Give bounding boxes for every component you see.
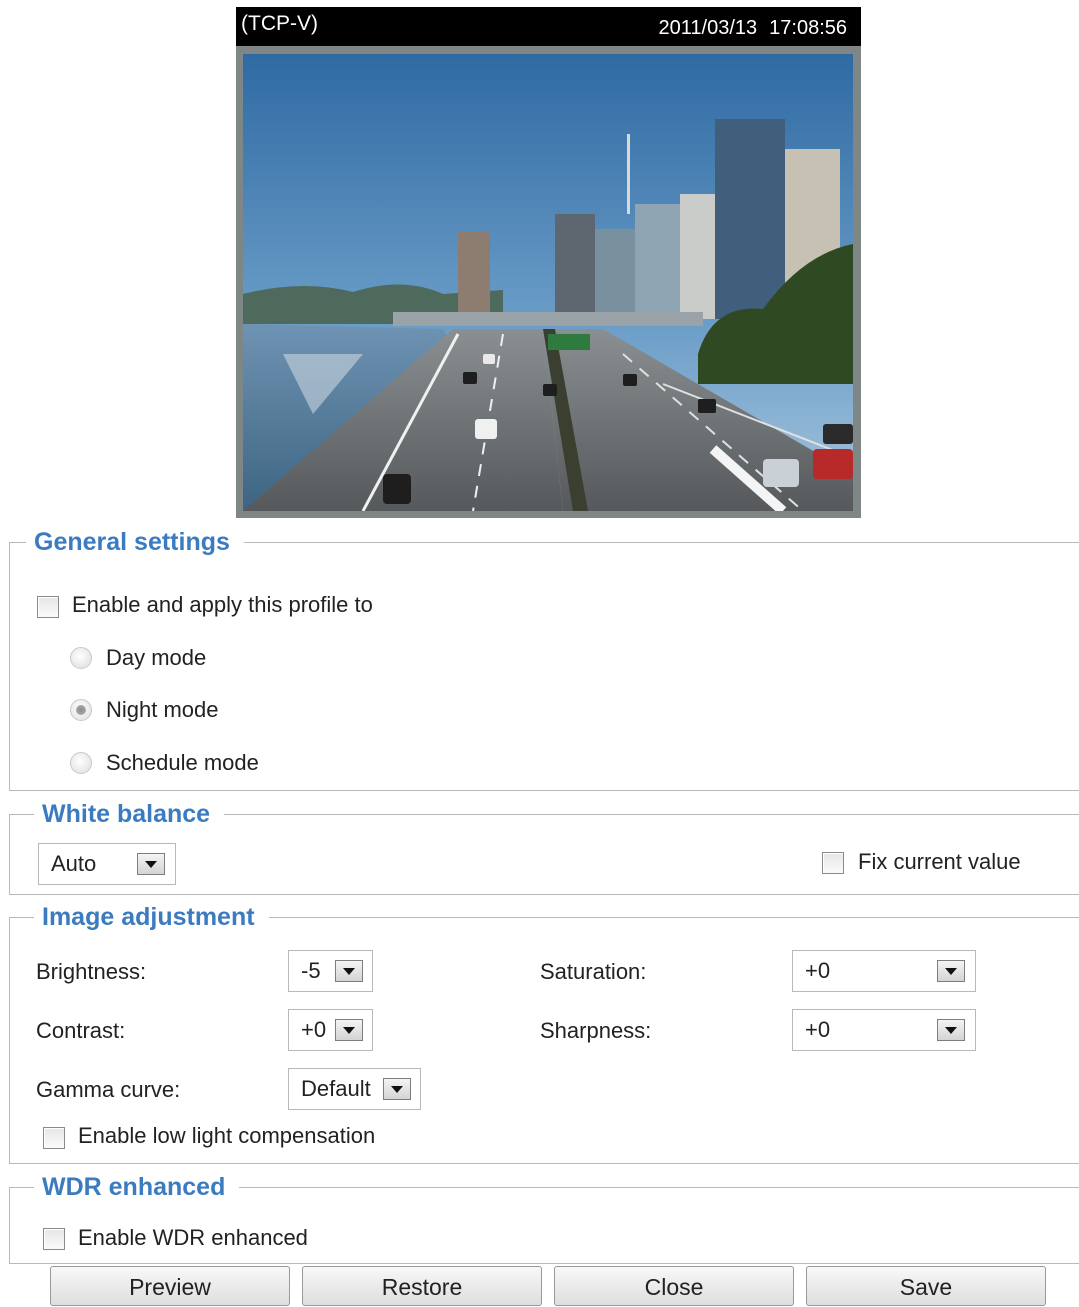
low-light-compensation-label: Enable low light compensation	[78, 1123, 376, 1148]
schedule-mode-radio[interactable]	[70, 752, 92, 774]
gamma-curve-select[interactable]: Default	[288, 1068, 421, 1110]
enable-profile-label: Enable and apply this profile to	[72, 592, 373, 617]
enable-wdr-label: Enable WDR enhanced	[78, 1225, 308, 1250]
white-balance-section: White balance Auto Fix current value	[9, 799, 1079, 895]
preview-button[interactable]: Preview	[50, 1266, 290, 1306]
viewer-title-bar: (TCP-V) 2011/03/13 17:08:56	[236, 7, 861, 46]
image-adjustment-section: Image adjustment Brightness: -5 Saturati…	[9, 902, 1079, 1164]
brightness-select[interactable]: -5	[288, 950, 373, 992]
wdr-enhanced-legend: WDR enhanced	[34, 1172, 240, 1202]
brightness-label: Brightness:	[36, 959, 147, 984]
fix-current-value-label: Fix current value	[858, 849, 1021, 874]
sharpness-label: Sharpness:	[540, 1018, 652, 1043]
gamma-curve-label: Gamma curve:	[36, 1077, 181, 1102]
enable-profile-checkbox[interactable]	[37, 596, 59, 618]
wdr-enhanced-section: WDR enhanced Enable WDR enhanced	[9, 1172, 1079, 1264]
chevron-down-icon	[335, 1019, 363, 1041]
enable-wdr-checkbox[interactable]	[43, 1228, 65, 1250]
chevron-down-icon	[937, 1019, 965, 1041]
general-settings-section: General settings Enable and apply this p…	[9, 527, 1079, 791]
stream-mode-label: (TCP-V)	[241, 12, 318, 35]
night-mode-label: Night mode	[106, 697, 219, 722]
live-video-image	[243, 54, 853, 511]
general-settings-legend: General settings	[26, 527, 244, 557]
white-balance-legend: White balance	[34, 799, 225, 829]
close-button[interactable]: Close	[554, 1266, 794, 1306]
save-button[interactable]: Save	[806, 1266, 1046, 1306]
chevron-down-icon	[383, 1078, 411, 1100]
video-viewer: (TCP-V) 2011/03/13 17:08:56	[236, 7, 861, 518]
restore-button[interactable]: Restore	[302, 1266, 542, 1306]
brightness-value: -5	[301, 958, 321, 983]
night-mode-radio[interactable]	[70, 699, 92, 721]
white-balance-value: Auto	[51, 851, 97, 876]
timestamp-date: 2011/03/13	[658, 17, 758, 39]
saturation-select[interactable]: +0	[792, 950, 976, 992]
contrast-value: +0	[301, 1017, 327, 1042]
day-mode-radio[interactable]	[70, 647, 92, 669]
contrast-label: Contrast:	[36, 1018, 126, 1043]
image-adjustment-legend: Image adjustment	[34, 902, 269, 932]
saturation-value: +0	[805, 958, 831, 983]
low-light-compensation-checkbox[interactable]	[43, 1127, 65, 1149]
fix-current-value-checkbox[interactable]	[822, 852, 844, 874]
sharpness-select[interactable]: +0	[792, 1009, 976, 1051]
white-balance-select[interactable]: Auto	[38, 843, 176, 885]
saturation-label: Saturation:	[540, 959, 647, 984]
timestamp: 2011/03/13 17:08:56	[659, 17, 847, 40]
day-mode-label: Day mode	[106, 645, 207, 670]
schedule-mode-label: Schedule mode	[106, 750, 259, 775]
sharpness-value: +0	[805, 1017, 831, 1042]
chevron-down-icon	[335, 960, 363, 982]
chevron-down-icon	[937, 960, 965, 982]
contrast-select[interactable]: +0	[288, 1009, 373, 1051]
timestamp-time: 17:08:56	[769, 17, 847, 39]
gamma-curve-value: Default	[301, 1076, 371, 1101]
chevron-down-icon	[137, 853, 165, 875]
